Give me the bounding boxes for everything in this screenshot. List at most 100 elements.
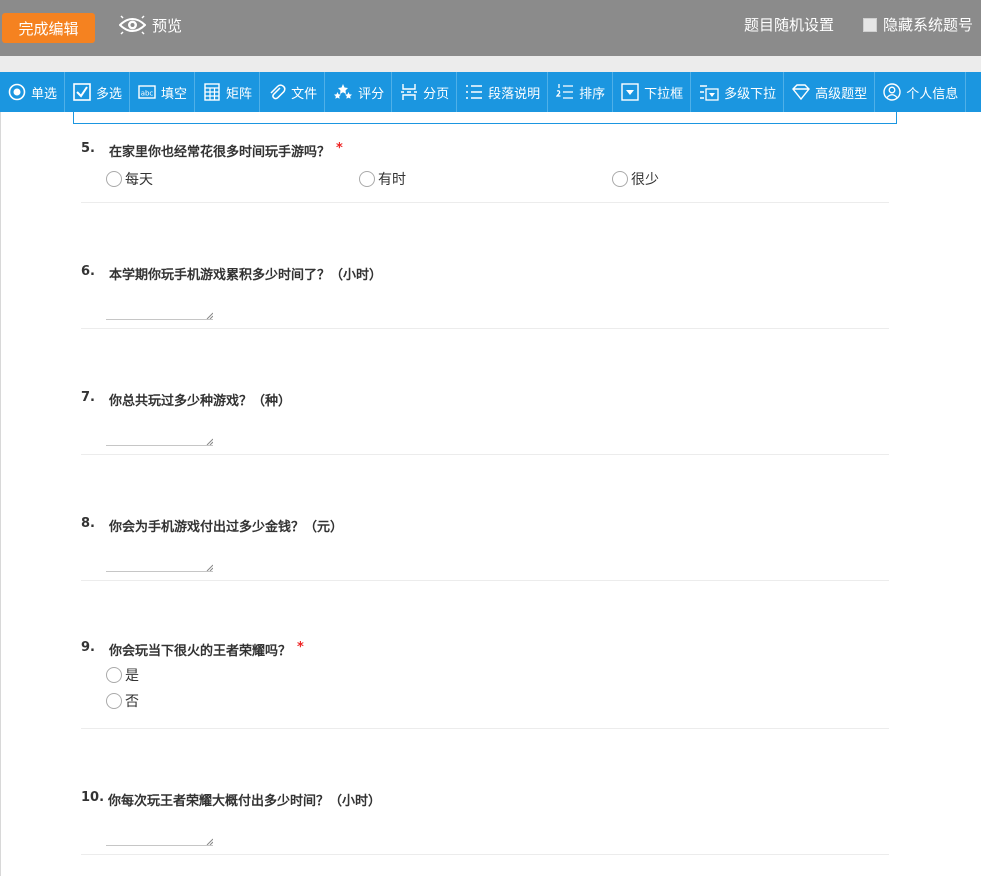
question-number: 9.	[81, 640, 95, 655]
question-title: 5. 在家里你也经常花很多时间玩手游吗？ *	[81, 141, 889, 160]
tool-label: 多选	[96, 86, 123, 102]
option-label: 每天	[125, 172, 153, 188]
question-title: 10. 你每次玩王者荣耀大概付出多少时间？（小时）	[81, 790, 889, 809]
option-radio[interactable]: 很少	[612, 169, 659, 189]
fill-blank-icon: abc	[138, 85, 156, 99]
question-9[interactable]: 9. 你会玩当下很火的王者荣耀吗？ * 是 否	[81, 640, 889, 729]
resize-grip-icon[interactable]	[205, 563, 213, 571]
survey-editor-page: 5. 在家里你也经常花很多时间玩手游吗？ * 每天 有时 很少 6. 本学期你玩…	[0, 112, 981, 876]
tool-label: 单选	[31, 86, 58, 102]
radio-button[interactable]	[106, 667, 122, 683]
option-radio[interactable]: 有时	[359, 169, 612, 189]
tool-label: 高级题型	[815, 86, 868, 102]
question-title: 6. 本学期你玩手机游戏累积多少时间了？（小时）	[81, 264, 889, 283]
radio-button[interactable]	[359, 171, 375, 187]
tool-multi-choice[interactable]: 多选	[65, 72, 131, 112]
tool-single-choice[interactable]: 单选	[0, 72, 66, 112]
option-radio[interactable]: 否	[106, 691, 889, 711]
option-label: 否	[125, 694, 139, 710]
radio-icon	[8, 83, 26, 101]
answer-textarea[interactable]	[106, 553, 213, 572]
tool-paragraph[interactable]: 段落说明	[457, 72, 549, 112]
tool-label: 填空	[161, 86, 188, 102]
random-settings-link[interactable]: 题目随机设置	[744, 14, 834, 35]
radio-button[interactable]	[106, 171, 122, 187]
question-type-toolbar: 单选 多选 abc 填空 矩阵 文件 评分 分页 段落说明 排序 下拉框 多级下…	[0, 72, 981, 112]
question-text: 本学期你玩手机游戏累积多少时间了？（小时）	[109, 268, 383, 283]
checkbox-icon	[73, 83, 91, 101]
tool-file[interactable]: 文件	[260, 72, 326, 112]
preview-button[interactable]: 预览	[119, 12, 182, 38]
radio-button[interactable]	[106, 693, 122, 709]
options-row: 每天 有时 很少	[81, 169, 889, 189]
tool-multi-dropdown[interactable]: 多级下拉	[691, 72, 785, 112]
question-text: 你总共玩过多少种游戏？（种）	[109, 394, 292, 409]
required-mark: *	[297, 640, 304, 655]
question-10[interactable]: 10. 你每次玩王者荣耀大概付出多少时间？（小时）	[81, 790, 889, 855]
diamond-icon	[792, 84, 811, 101]
question-number: 5.	[81, 141, 95, 156]
resize-grip-icon[interactable]	[205, 837, 213, 845]
selected-question-outline	[73, 112, 897, 124]
tool-page-break[interactable]: 分页	[392, 72, 458, 112]
question-7[interactable]: 7. 你总共玩过多少种游戏？（种）	[81, 390, 889, 455]
question-title: 9. 你会玩当下很火的王者荣耀吗？ *	[81, 640, 889, 659]
tool-label: 多级下拉	[724, 86, 777, 102]
tool-label: 矩阵	[226, 86, 253, 102]
tool-personal-info[interactable]: 个人信息	[875, 72, 967, 112]
preview-label: 预览	[152, 16, 183, 35]
required-mark: *	[336, 141, 343, 156]
option-label: 很少	[631, 172, 659, 188]
radio-button[interactable]	[612, 171, 628, 187]
toolbar-gap	[0, 56, 981, 72]
hide-system-number-toggle[interactable]: 隐藏系统题号	[863, 14, 973, 35]
top-bar: 完成编辑 预览 题目随机设置 隐藏系统题号	[0, 0, 981, 56]
question-5[interactable]: 5. 在家里你也经常花很多时间玩手游吗？ * 每天 有时 很少	[81, 141, 889, 203]
tool-label: 段落说明	[488, 86, 541, 102]
tool-fill-blank[interactable]: abc 填空	[130, 72, 196, 112]
user-icon	[883, 83, 901, 101]
tool-sort[interactable]: 排序	[548, 72, 614, 112]
matrix-icon	[204, 83, 220, 101]
tool-rating[interactable]: 评分	[325, 72, 393, 112]
option-label: 有时	[378, 172, 406, 188]
question-text: 你会玩当下很火的王者荣耀吗？	[109, 644, 292, 659]
hide-system-number-checkbox[interactable]	[863, 17, 877, 32]
tool-dropdown[interactable]: 下拉框	[613, 72, 692, 112]
svg-text:abc: abc	[141, 90, 154, 98]
tool-matrix[interactable]: 矩阵	[195, 72, 261, 112]
eye-icon	[119, 15, 146, 35]
dropdown-icon	[621, 83, 639, 101]
tool-advanced[interactable]: 高级题型	[784, 72, 876, 112]
finish-edit-button[interactable]: 完成编辑	[2, 13, 95, 43]
paragraph-icon	[466, 85, 483, 99]
option-label: 是	[125, 668, 139, 684]
answer-wrap	[81, 427, 889, 446]
question-number: 7.	[81, 390, 95, 405]
sort-icon	[556, 84, 574, 99]
option-radio[interactable]: 每天	[106, 169, 359, 189]
question-text: 你每次玩王者荣耀大概付出多少时间？（小时）	[108, 794, 382, 809]
options-column: 是 否	[81, 665, 889, 711]
answer-textarea[interactable]	[106, 427, 213, 446]
question-number: 6.	[81, 264, 95, 279]
question-title: 7. 你总共玩过多少种游戏？（种）	[81, 390, 889, 409]
resize-grip-icon[interactable]	[205, 437, 213, 445]
page-break-icon	[401, 84, 418, 100]
answer-wrap	[81, 553, 889, 572]
answer-textarea[interactable]	[106, 301, 213, 320]
tool-label: 评分	[358, 86, 385, 102]
tool-label: 个人信息	[906, 86, 959, 102]
stars-icon	[334, 84, 353, 99]
answer-wrap	[81, 301, 889, 320]
resize-grip-icon[interactable]	[205, 311, 213, 319]
answer-textarea[interactable]	[106, 827, 213, 846]
question-number: 10.	[81, 790, 105, 805]
option-radio[interactable]: 是	[106, 665, 889, 685]
question-number: 8.	[81, 516, 95, 531]
question-title: 8. 你会为手机游戏付出过多少金钱？（元）	[81, 516, 889, 535]
tool-label: 排序	[579, 86, 606, 102]
question-6[interactable]: 6. 本学期你玩手机游戏累积多少时间了？（小时）	[81, 264, 889, 329]
question-8[interactable]: 8. 你会为手机游戏付出过多少金钱？（元）	[81, 516, 889, 581]
answer-wrap	[81, 827, 889, 846]
